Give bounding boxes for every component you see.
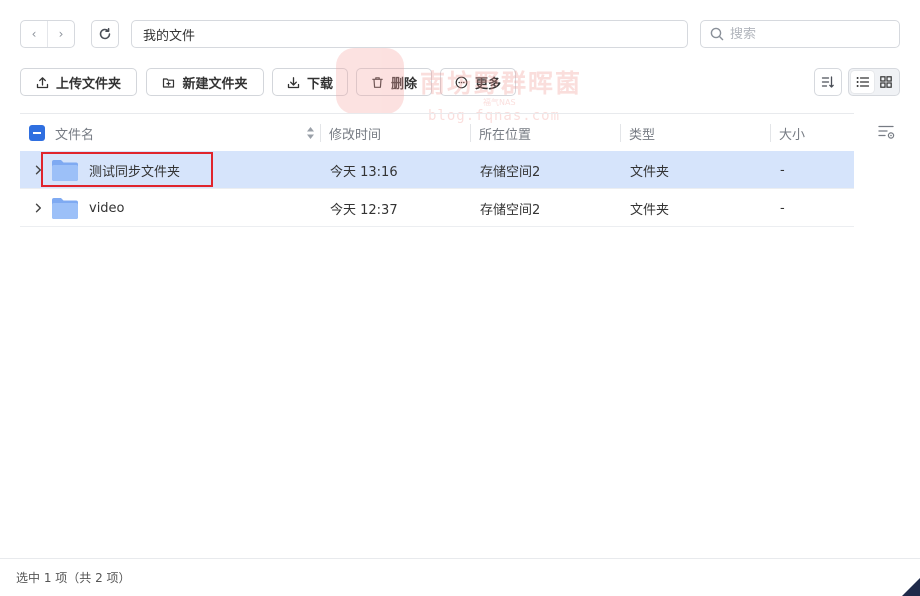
type-cell: 文件夹 (630, 164, 670, 180)
watermark-subtitle: 福气NAS (483, 98, 516, 107)
table-header: 文件名 修改时间 所在位置 类型 大小 (20, 113, 854, 151)
expand-row-button[interactable] (32, 151, 44, 189)
table-row[interactable]: 测试同步文件夹 今天 13:16 存储空间2 文件夹 - (20, 151, 854, 189)
folder-icon (52, 198, 78, 219)
sort-button[interactable] (814, 68, 842, 96)
path-breadcrumb[interactable]: 我的文件 (131, 20, 688, 48)
file-name-cell[interactable]: 测试同步文件夹 (52, 151, 180, 189)
file-name: video (89, 200, 125, 216)
partial-check-icon (29, 125, 45, 141)
delete-label: 删除 (390, 76, 417, 92)
column-divider[interactable] (320, 124, 321, 142)
column-location-label: 所在位置 (479, 127, 532, 143)
column-size-label: 大小 (779, 127, 806, 143)
new-folder-button[interactable]: 新建文件夹 (146, 68, 264, 96)
download-label: 下载 (306, 76, 333, 92)
sort-icon (821, 76, 834, 88)
new-folder-label: 新建文件夹 (182, 76, 248, 92)
path-text: 我的文件 (143, 28, 196, 44)
file-name-cell[interactable]: video (52, 189, 125, 227)
search-box[interactable] (700, 20, 900, 48)
column-type-label: 类型 (629, 127, 656, 143)
delete-button[interactable]: 删除 (356, 68, 432, 96)
download-icon (287, 76, 300, 88)
chevron-right-icon (35, 165, 41, 175)
back-button[interactable]: ‹ (21, 21, 47, 47)
column-settings-icon[interactable] (878, 124, 896, 140)
navigation-bar: ‹ › 我的文件 (20, 20, 900, 48)
history-nav: ‹ › (20, 20, 75, 48)
modified-cell: 今天 13:16 (330, 164, 398, 180)
download-button[interactable]: 下载 (272, 68, 348, 96)
type-cell: 文件夹 (630, 202, 670, 218)
grid-icon (879, 76, 892, 88)
trash-icon (372, 76, 383, 88)
sort-caret-icon[interactable] (306, 126, 315, 140)
column-header-type[interactable]: 类型 (629, 114, 655, 152)
list-icon (856, 77, 869, 87)
chevron-right-icon (35, 203, 41, 213)
folder-icon (52, 160, 78, 181)
file-name: 测试同步文件夹 (89, 164, 181, 180)
more-icon (455, 76, 468, 88)
upload-folder-button[interactable]: 上传文件夹 (20, 68, 137, 96)
column-divider[interactable] (470, 124, 471, 142)
new-folder-icon (163, 77, 175, 88)
file-table: 文件名 修改时间 所在位置 类型 大小 测试同步文件夹 今天 13:16 存储空… (20, 113, 854, 227)
table-row[interactable]: video 今天 12:37 存储空间2 文件夹 - (20, 189, 854, 227)
modified-cell: 今天 12:37 (330, 202, 398, 218)
column-modified-label: 修改时间 (329, 127, 382, 143)
view-toggle (848, 68, 900, 96)
column-header-name[interactable]: 文件名 (55, 114, 94, 152)
view-tools (810, 68, 900, 96)
status-bar: 选中 1 项（共 2 项） (0, 558, 920, 596)
size-cell: - (780, 200, 785, 216)
refresh-icon (99, 27, 111, 40)
column-divider[interactable] (770, 124, 771, 142)
column-header-modified[interactable]: 修改时间 (329, 114, 381, 152)
more-button[interactable]: 更多 (440, 68, 516, 96)
selection-status: 选中 1 项（共 2 项） (16, 571, 131, 585)
upload-folder-label: 上传文件夹 (55, 76, 121, 92)
location-cell: 存储空间2 (480, 164, 541, 180)
more-label: 更多 (474, 76, 501, 92)
refresh-button[interactable] (91, 20, 119, 48)
location-cell: 存储空间2 (480, 202, 541, 218)
grid-view-button[interactable] (874, 71, 897, 93)
list-view-button[interactable] (851, 71, 874, 93)
search-icon (710, 27, 724, 41)
search-input[interactable] (730, 26, 890, 42)
upload-icon (36, 76, 49, 88)
forward-button[interactable]: › (47, 21, 74, 47)
window-corner (902, 578, 920, 596)
size-cell: - (780, 162, 785, 178)
column-header-location[interactable]: 所在位置 (479, 114, 531, 152)
expand-row-button[interactable] (32, 189, 44, 227)
column-divider[interactable] (620, 124, 621, 142)
select-all-checkbox[interactable] (29, 114, 45, 152)
column-name-label: 文件名 (55, 127, 95, 143)
column-header-size[interactable]: 大小 (779, 114, 805, 152)
